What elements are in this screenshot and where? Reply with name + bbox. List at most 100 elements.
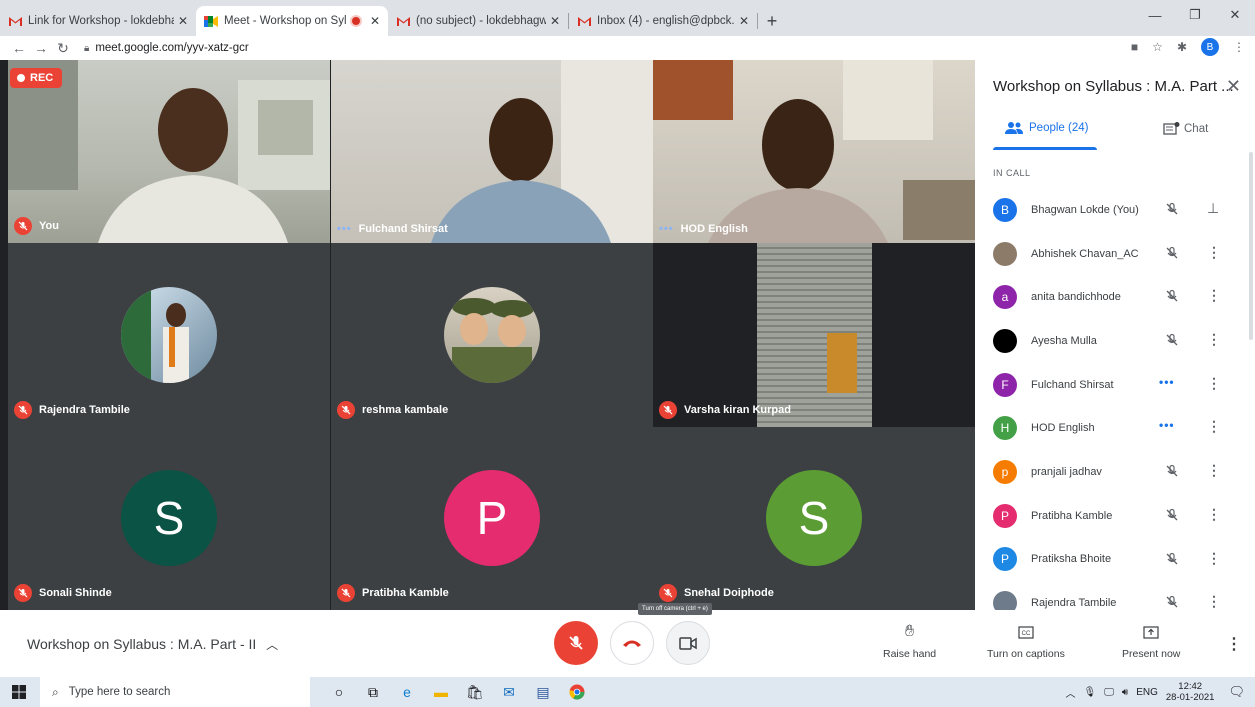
mail-icon[interactable]: ✉ [498, 681, 520, 703]
captions-button[interactable]: CC Turn on captions [987, 622, 1065, 660]
participant-avatar: a [993, 285, 1017, 310]
tab-chat[interactable]: Chat [1163, 122, 1208, 136]
more-options-icon[interactable]: ⋮ [1207, 375, 1221, 392]
store-icon[interactable]: 🛍︎ [464, 681, 486, 703]
word-icon[interactable]: ▤ [532, 681, 554, 703]
mic-off-icon [569, 636, 583, 650]
participant-row[interactable]: P Pratiksha Bhoite ⋮ [975, 538, 1255, 582]
taskbar-search-input[interactable]: ⌕ Type here to search [40, 677, 310, 707]
notifications-icon[interactable]: 🗨︎ [1228, 684, 1245, 700]
participant-row[interactable]: Abhishek Chavan_AC ⋮ [975, 232, 1255, 276]
forward-icon[interactable]: → [30, 40, 52, 56]
participant-row[interactable]: Ayesha Mulla ⋮ [975, 319, 1255, 363]
active-tab-indicator [993, 147, 1097, 150]
reload-icon[interactable]: ↻ [52, 40, 74, 57]
close-panel-icon[interactable]: ✕ [1226, 76, 1241, 97]
participant-avatar [993, 328, 1017, 353]
back-icon[interactable]: ← [8, 40, 30, 56]
mic-off-icon [1165, 246, 1179, 265]
microphone-icon[interactable]: 🎙︎ [1084, 687, 1097, 698]
profile-avatar[interactable]: B [1201, 38, 1219, 56]
task-view-icon[interactable]: ⧉ [362, 681, 384, 703]
participant-row[interactable]: B Bhagwan Lokde (You) ⊥ [975, 188, 1255, 232]
edge-icon[interactable]: e [396, 681, 418, 703]
video-tile[interactable]: ••• Fulchand Shirsat [331, 60, 653, 243]
camera-toggle-button[interactable] [666, 621, 710, 665]
leave-call-button[interactable] [610, 621, 654, 665]
participant-avatar: P [993, 503, 1017, 528]
mic-toggle-button[interactable] [554, 621, 598, 665]
pin-icon[interactable]: ⊥ [1207, 200, 1219, 217]
participant-row[interactable]: H HOD English ••• ⋮ [975, 406, 1255, 450]
raise-hand-button[interactable]: ✋︎ Raise hand [883, 622, 936, 660]
more-options-icon[interactable]: ⋮ [1207, 244, 1221, 261]
window-controls: — ❐ ✕ [1135, 0, 1255, 30]
close-window-icon[interactable]: ✕ [1215, 0, 1255, 30]
more-options-icon[interactable]: ⋮ [1207, 593, 1221, 610]
participant-name: Ayesha Mulla [1031, 334, 1097, 347]
participant-avatar: p [993, 459, 1017, 484]
more-options-icon[interactable]: ⋮ [1207, 287, 1221, 304]
video-tile[interactable]: Varsha kiran Kurpad [653, 243, 975, 427]
browser-tab[interactable]: Inbox (4) - english@dpbck.ac.in ✕ [569, 6, 757, 36]
video-tile[interactable]: S Sonali Shinde [8, 427, 330, 610]
bookmark-star-icon[interactable]: ☆ [1152, 40, 1163, 54]
video-tile[interactable]: ••• HOD English [653, 60, 975, 243]
video-tile[interactable]: S Snehal Doiphode [653, 427, 975, 610]
participant-row[interactable]: F Fulchand Shirsat ••• ⋮ [975, 363, 1255, 407]
video-tile[interactable]: P Pratibha Kamble [331, 427, 653, 610]
close-tab-icon[interactable]: ✕ [739, 14, 749, 28]
tooltip: Turn off camera (ctrl + e) [638, 603, 712, 615]
file-explorer-icon[interactable]: ▬ [430, 681, 452, 703]
browser-tab[interactable]: Link for Workshop - lokdebhagw ✕ [0, 6, 196, 36]
chrome-icon[interactable] [566, 681, 588, 703]
mic-off-icon [1165, 508, 1179, 527]
extensions-icon[interactable]: ✱ [1177, 40, 1187, 54]
new-tab-button[interactable]: + [758, 6, 786, 36]
menu-kebab-icon[interactable]: ⋮ [1233, 40, 1245, 54]
close-tab-icon[interactable]: ✕ [550, 14, 560, 28]
more-options-icon[interactable]: ⋮ [1207, 550, 1221, 567]
language-indicator[interactable]: ENG [1136, 687, 1158, 698]
minimize-icon[interactable]: — [1135, 0, 1175, 30]
video-tile[interactable]: Rajendra Tambile [8, 243, 330, 427]
participant-avatar: P [444, 470, 540, 566]
cortana-icon[interactable]: ○ [328, 681, 350, 703]
participant-row[interactable]: p pranjali jadhav ⋮ [975, 450, 1255, 494]
windows-start-icon[interactable] [12, 685, 26, 704]
browser-tab-active[interactable]: Meet - Workshop on Syllabu ✕ [196, 6, 388, 36]
participant-name: Bhagwan Lokde (You) [1031, 203, 1139, 216]
video-tile[interactable]: reshma kambale [331, 243, 653, 427]
participant-row[interactable]: a anita bandichhode ⋮ [975, 275, 1255, 319]
more-options-icon[interactable]: ⋮ [1207, 462, 1221, 479]
mic-off-icon [14, 401, 32, 419]
tab-people[interactable]: People (24) [1005, 122, 1088, 134]
more-options-icon[interactable]: ⋮ [1207, 506, 1221, 523]
participant-row[interactable]: P Pratibha Kamble ⋮ [975, 494, 1255, 538]
participant-name: Rajendra Tambile [39, 404, 130, 416]
camera-in-use-icon[interactable]: ■ [1131, 40, 1138, 54]
meeting-details-button[interactable]: Workshop on Syllabus : M.A. Part - II ︿ [27, 636, 278, 653]
browser-tab[interactable]: (no subject) - lokdebhagwans@g ✕ [388, 6, 568, 36]
participant-name: reshma kambale [362, 404, 449, 416]
more-options-icon[interactable]: ⋮ [1207, 418, 1221, 435]
video-tile-self[interactable]: REC You [8, 60, 330, 243]
volume-icon[interactable]: 🔊︎ [1122, 687, 1128, 698]
gmail-icon [577, 14, 591, 28]
restore-icon[interactable]: ❐ [1175, 0, 1215, 30]
close-tab-icon[interactable]: ✕ [370, 14, 380, 28]
clock[interactable]: 12:42 28-01-2021 [1166, 681, 1215, 703]
show-hidden-icons-icon[interactable]: ︿ [1066, 685, 1076, 700]
participant-name: Fulchand Shirsat [1031, 378, 1114, 391]
more-options-icon[interactable]: ⋮ [1207, 331, 1221, 348]
close-tab-icon[interactable]: ✕ [178, 14, 188, 28]
chevron-up-icon: ︿ [266, 638, 279, 652]
participant-avatar [993, 241, 1017, 266]
mic-off-icon [659, 401, 677, 419]
network-icon[interactable]: 🖵︎ [1104, 687, 1114, 698]
url-field[interactable]: 🔒︎ meet.google.com/yyv-xatz-gcr [84, 42, 249, 54]
present-now-button[interactable]: Present now [1122, 622, 1180, 660]
participant-name: Sonali Shinde [39, 587, 112, 599]
more-options-icon[interactable]: ⋮ [1226, 634, 1242, 654]
mic-off-icon [1165, 464, 1179, 483]
